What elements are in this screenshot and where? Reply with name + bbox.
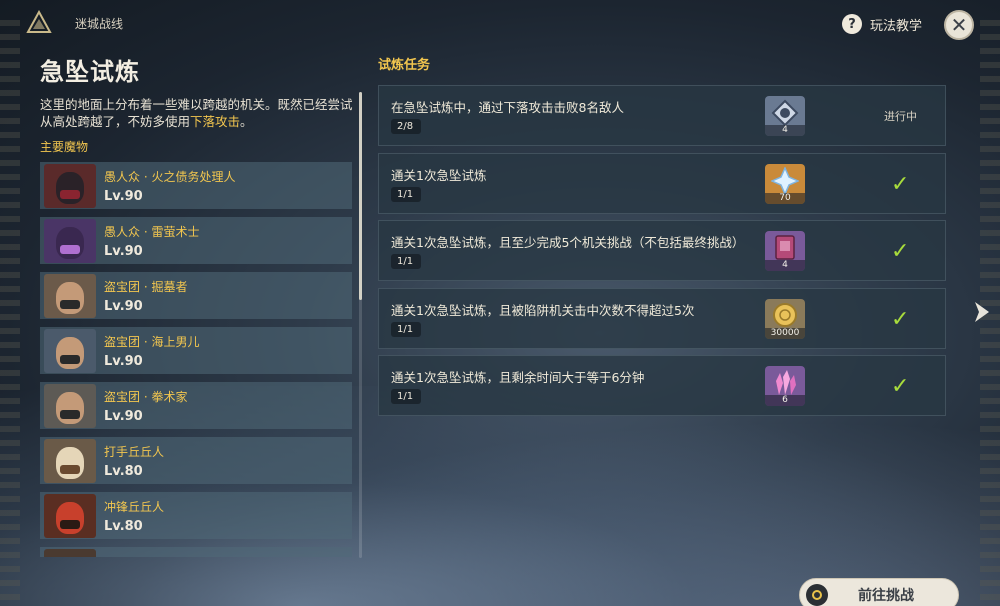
enemy-portrait [44, 383, 96, 428]
enemy-name: 愚人众 · 火之债务处理人 [104, 169, 236, 184]
task-row: 通关1次急坠试炼，且至少完成5个机关挑战（不包括最终挑战） 1/1 4 ✓ [378, 220, 946, 281]
enemy-level: Lv.90 [104, 408, 143, 424]
reward-quantity: 4 [765, 125, 805, 136]
enemy-level: Lv.90 [104, 353, 143, 369]
enemy-level: Lv.90 [104, 188, 143, 204]
check-icon: ✓ [891, 374, 910, 399]
enemy-level: Lv.80 [104, 518, 143, 534]
next-page-arrow-icon[interactable] [970, 300, 992, 324]
page-title: 急坠试炼 [40, 58, 140, 86]
reward-item[interactable]: 6 [765, 366, 805, 406]
enemy-level: Lv.80 [104, 463, 143, 479]
task-progress: 2/8 [391, 119, 421, 134]
task-description: 在急坠试炼中，通过下落攻击击败8名敌人 [391, 100, 624, 115]
reward-quantity: 70 [765, 193, 805, 204]
task-description: 通关1次急坠试炼 [391, 168, 487, 183]
check-icon: ✓ [891, 239, 910, 264]
reward-quantity: 30000 [765, 328, 805, 339]
task-description: 通关1次急坠试炼，且被陷阱机关击中次数不得超过5次 [391, 303, 695, 318]
left-border-decoration [0, 20, 20, 606]
enemy-portrait [44, 163, 96, 208]
check-icon: ✓ [891, 172, 910, 197]
event-logo-icon [26, 9, 52, 36]
enemy-level: Lv.90 [104, 243, 143, 259]
task-row: 通关1次急坠试炼，且被陷阱机关击中次数不得超过5次 1/1 30000 ✓ [378, 288, 946, 349]
check-icon: ✓ [891, 307, 910, 332]
enemy-row[interactable]: 打手丘丘人 Lv.80 [40, 437, 352, 484]
crystal-icon [776, 370, 796, 395]
close-icon: ✕ [950, 13, 968, 37]
enemy-row[interactable]: 盗宝团 · 海上男儿 Lv.90 [40, 327, 352, 374]
enemy-level: Lv.90 [104, 298, 143, 314]
reward-quantity: 6 [765, 395, 805, 406]
enemy-name: 打手丘丘人 [104, 444, 165, 459]
primogem-icon [771, 167, 799, 195]
enemy-name: 盗宝团 · 海上男儿 [104, 334, 200, 349]
task-row: 通关1次急坠试炼 1/1 70 ✓ [378, 153, 946, 214]
task-progress: 1/1 [391, 322, 421, 337]
task-status: 进行中 [884, 110, 917, 123]
breadcrumb: 迷城战线 [75, 17, 124, 31]
enemy-row[interactable]: 盗宝团 · 掘墓者 Lv.90 [40, 272, 352, 319]
help-button[interactable]: ? 玩法教学 [842, 14, 922, 34]
description-end: 。 [240, 114, 253, 129]
enemy-name: 盗宝团 · 拳术家 [104, 389, 188, 404]
reward-item[interactable]: 4 [765, 96, 805, 136]
scrollbar-thumb[interactable] [359, 92, 362, 300]
start-challenge-button[interactable]: 前往挑战 [799, 578, 959, 606]
close-button[interactable]: ✕ [944, 10, 974, 40]
enemy-portrait [44, 218, 96, 263]
reward-item[interactable]: 4 [765, 231, 805, 271]
reward-quantity: 4 [765, 260, 805, 271]
enemy-row[interactable] [40, 547, 352, 557]
tasks-heading: 试炼任务 [378, 58, 431, 73]
enemy-portrait [44, 438, 96, 483]
hero-wit-icon [771, 99, 799, 127]
start-challenge-label: 前往挑战 [858, 588, 914, 604]
enemy-portrait [44, 548, 96, 557]
description-highlight: 下落攻击 [190, 114, 241, 129]
enemy-row[interactable]: 冲锋丘丘人 Lv.80 [40, 492, 352, 539]
challenge-description: 这里的地面上分布着一些难以跨越的机关。既然已经尝试从高处跨越了，不妨多使用下落攻… [40, 96, 358, 130]
task-row: 在急坠试炼中，通过下落攻击击败8名敌人 2/8 4 进行中 [378, 85, 946, 146]
task-progress: 1/1 [391, 187, 421, 202]
enemy-list[interactable]: 愚人众 · 火之债务处理人 Lv.90 愚人众 · 雷萤术士 Lv.90 盗宝团 ·… [40, 162, 352, 557]
enemy-name: 愚人众 · 雷萤术士 [104, 224, 200, 239]
question-icon: ? [842, 14, 862, 34]
enemy-portrait [44, 273, 96, 318]
enemy-name: 冲锋丘丘人 [104, 499, 165, 514]
task-row: 通关1次急坠试炼，且剩余时间大于等于6分钟 1/1 6 ✓ [378, 355, 946, 416]
enemy-name: 盗宝团 · 掘墓者 [104, 279, 188, 294]
enemy-row[interactable]: 愚人众 · 雷萤术士 Lv.90 [40, 217, 352, 264]
enemies-subheading: 主要魔物 [40, 140, 89, 154]
reward-item[interactable]: 30000 [765, 299, 805, 339]
confirm-circle-icon [806, 584, 828, 606]
reward-item[interactable]: 70 [765, 164, 805, 204]
task-progress: 1/1 [391, 389, 421, 404]
task-progress: 1/1 [391, 254, 421, 269]
mora-icon [773, 303, 797, 327]
enemy-portrait [44, 493, 96, 538]
enemy-row[interactable]: 盗宝团 · 拳术家 Lv.90 [40, 382, 352, 429]
enemy-row[interactable]: 愚人众 · 火之债务处理人 Lv.90 [40, 162, 352, 209]
task-description: 通关1次急坠试炼，且剩余时间大于等于6分钟 [391, 370, 645, 385]
task-description: 通关1次急坠试炼，且至少完成5个机关挑战（不包括最终挑战） [391, 235, 745, 250]
talent-book-icon [775, 235, 795, 260]
enemy-portrait [44, 328, 96, 373]
help-label: 玩法教学 [870, 18, 923, 34]
